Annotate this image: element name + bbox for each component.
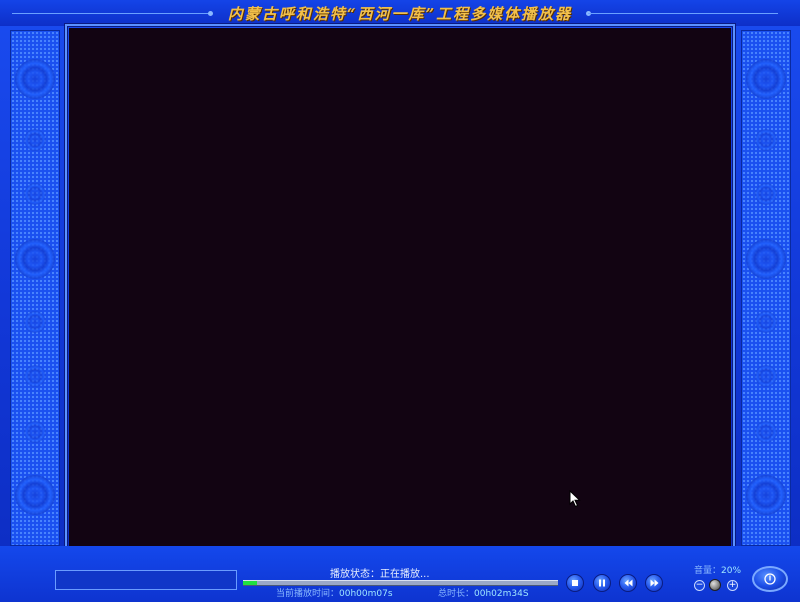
pause-button[interactable]: [593, 574, 611, 592]
fast-forward-icon: [650, 579, 658, 587]
window-title: 内蒙古呼和浩特“西河一库”工程多媒体播放器: [227, 5, 573, 23]
volume-knob[interactable]: [709, 579, 721, 591]
title-decor-dot-left: [208, 11, 213, 16]
title-decor-line-left: [12, 13, 212, 14]
fast-forward-button[interactable]: [645, 574, 663, 592]
total-time: 总时长：00h02m34S: [438, 586, 529, 599]
mouse-cursor-icon: [569, 490, 581, 508]
stop-icon: [572, 580, 578, 586]
total-time-label: 总时长：: [438, 589, 475, 599]
swirl-ornament: [15, 475, 55, 515]
right-decor-panel: [741, 30, 791, 546]
power-button[interactable]: [752, 566, 788, 592]
swirl-ornament: [755, 311, 777, 333]
swirl-ornament: [15, 59, 55, 99]
progress-bar-fill: [243, 581, 258, 585]
swirl-ornament: [24, 129, 46, 151]
swirl-ornament: [755, 129, 777, 151]
swirl-ornament: [746, 475, 786, 515]
title-decor-line-right: [588, 13, 778, 14]
playback-status-label: 播放状态：: [330, 569, 380, 580]
swirl-ornament: [746, 59, 786, 99]
volume-down-button[interactable]: −: [694, 580, 705, 591]
volume-value: 20%: [721, 566, 742, 576]
info-display-box: [55, 570, 237, 590]
media-player-window: 内蒙古呼和浩特“西河一库”工程多媒体播放器 播放状态：正在播放... 当前播放时…: [0, 0, 800, 602]
video-frame: [65, 24, 735, 560]
playback-status: 播放状态：正在播放...: [330, 565, 510, 580]
current-time-value: 00h00m07s: [339, 589, 393, 599]
swirl-ornament: [24, 421, 46, 443]
swirl-ornament: [755, 365, 777, 387]
playback-status-value: 正在播放...: [380, 569, 430, 580]
volume-up-button[interactable]: +: [727, 580, 738, 591]
rewind-button[interactable]: [619, 574, 637, 592]
swirl-ornament: [24, 365, 46, 387]
power-icon: [764, 573, 776, 585]
swirl-ornament: [746, 239, 786, 279]
swirl-ornament: [15, 239, 55, 279]
swirl-ornament: [24, 311, 46, 333]
volume-readout: 音量：20%: [694, 563, 741, 576]
stop-button[interactable]: [566, 574, 584, 592]
video-display[interactable]: [69, 28, 731, 556]
pause-icon: [599, 579, 605, 587]
current-time: 当前播放时间：00h00m07s: [276, 586, 393, 599]
swirl-ornament: [755, 421, 777, 443]
swirl-ornament: [755, 183, 777, 205]
left-decor-panel: [10, 30, 60, 546]
swirl-ornament: [24, 183, 46, 205]
current-time-label: 当前播放时间：: [276, 589, 340, 599]
rewind-icon: [624, 579, 632, 587]
title-bar: 内蒙古呼和浩特“西河一库”工程多媒体播放器: [0, 0, 800, 26]
total-time-value: 00h02m34S: [474, 589, 529, 599]
volume-label: 音量：: [694, 566, 722, 576]
